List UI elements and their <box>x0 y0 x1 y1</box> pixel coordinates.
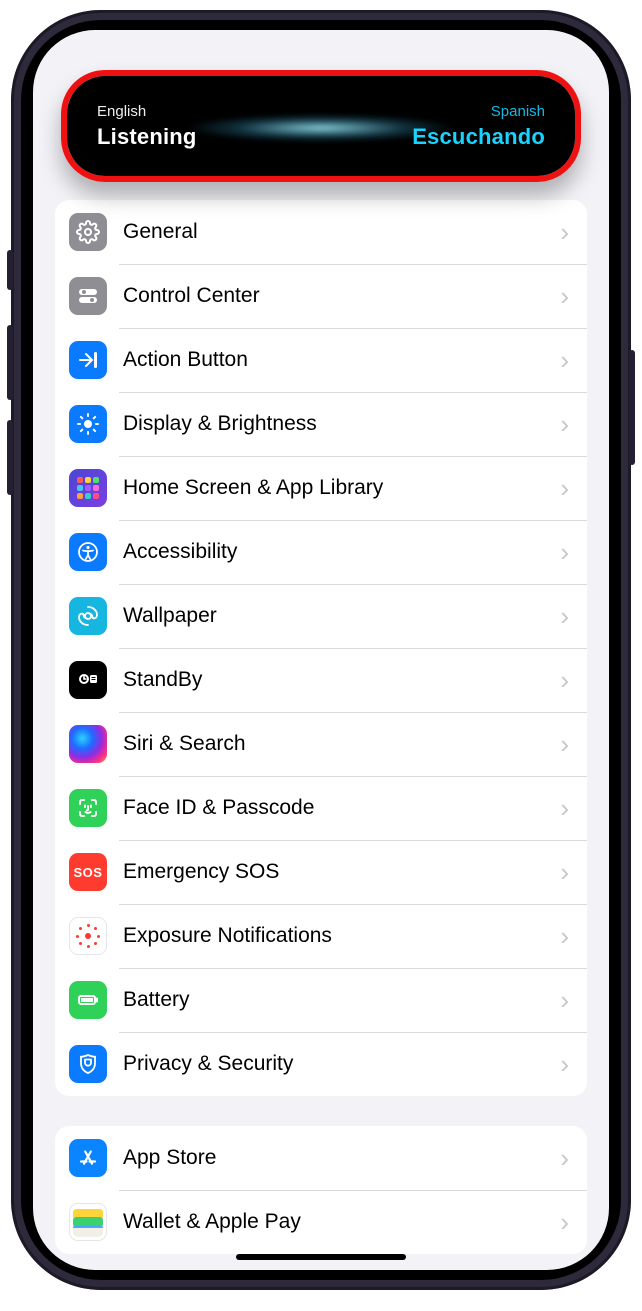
silent-switch <box>7 250 13 290</box>
settings-label: Face ID & Passcode <box>123 796 544 820</box>
settings-group-store: App Store › Wallet & Apple Pay › <box>55 1126 587 1254</box>
settings-row-battery[interactable]: Battery › <box>55 968 587 1032</box>
translate-source-column: English Listening <box>97 103 197 150</box>
sos-icon: SOS <box>69 853 107 891</box>
translate-source-lang: English <box>97 103 197 120</box>
chevron-right-icon: › <box>560 793 571 824</box>
settings-row-action-button[interactable]: Action Button › <box>55 328 587 392</box>
settings-label: Wallpaper <box>123 604 544 628</box>
settings-row-exposure[interactable]: Exposure Notifications › <box>55 904 587 968</box>
chevron-right-icon: › <box>560 1207 571 1238</box>
settings-row-display[interactable]: Display & Brightness › <box>55 392 587 456</box>
screen: English Listening Spanish Escuchando Gen… <box>33 30 609 1270</box>
settings-label: App Store <box>123 1146 544 1170</box>
action-button-icon <box>69 341 107 379</box>
translate-target-column: Spanish Escuchando <box>412 103 545 150</box>
accessibility-icon <box>69 533 107 571</box>
settings-row-siri[interactable]: Siri & Search › <box>55 712 587 776</box>
siri-icon <box>69 725 107 763</box>
chevron-right-icon: › <box>560 409 571 440</box>
chevron-right-icon: › <box>560 1049 571 1080</box>
faceid-icon <box>69 789 107 827</box>
translate-overlay-highlight: English Listening Spanish Escuchando <box>61 70 581 182</box>
translate-overlay[interactable]: English Listening Spanish Escuchando <box>67 76 575 176</box>
settings-label: Display & Brightness <box>123 412 544 436</box>
chevron-right-icon: › <box>560 281 571 312</box>
settings-row-standby[interactable]: StandBy › <box>55 648 587 712</box>
chevron-right-icon: › <box>560 345 571 376</box>
exposure-icon <box>69 917 107 955</box>
home-indicator[interactable] <box>236 1254 406 1260</box>
settings-row-sos[interactable]: SOS Emergency SOS › <box>55 840 587 904</box>
settings-row-control-center[interactable]: Control Center › <box>55 264 587 328</box>
settings-row-accessibility[interactable]: Accessibility › <box>55 520 587 584</box>
phone-frame: English Listening Spanish Escuchando Gen… <box>11 10 631 1290</box>
settings-row-app-store[interactable]: App Store › <box>55 1126 587 1190</box>
chevron-right-icon: › <box>560 729 571 760</box>
settings-row-home-screen[interactable]: Home Screen & App Library › <box>55 456 587 520</box>
chevron-right-icon: › <box>560 601 571 632</box>
settings-label: Wallet & Apple Pay <box>123 1210 544 1234</box>
chevron-right-icon: › <box>560 537 571 568</box>
standby-icon <box>69 661 107 699</box>
battery-icon <box>69 981 107 1019</box>
settings-label: Action Button <box>123 348 544 372</box>
chevron-right-icon: › <box>560 665 571 696</box>
privacy-icon <box>69 1045 107 1083</box>
chevron-right-icon: › <box>560 473 571 504</box>
settings-label: Siri & Search <box>123 732 544 756</box>
settings-label: Accessibility <box>123 540 544 564</box>
translate-source-status: Listening <box>97 124 197 150</box>
settings-label: Emergency SOS <box>123 860 544 884</box>
settings-label: Battery <box>123 988 544 1012</box>
chevron-right-icon: › <box>560 921 571 952</box>
settings-row-wallpaper[interactable]: Wallpaper › <box>55 584 587 648</box>
home-screen-icon <box>69 469 107 507</box>
settings-group-main: General › Control Center › Action Button… <box>55 200 587 1096</box>
volume-up-button <box>7 325 13 400</box>
chevron-right-icon: › <box>560 217 571 248</box>
settings-label: General <box>123 220 544 244</box>
app-store-icon <box>69 1139 107 1177</box>
chevron-right-icon: › <box>560 985 571 1016</box>
chevron-right-icon: › <box>560 1143 571 1174</box>
settings-label: Control Center <box>123 284 544 308</box>
settings-row-wallet[interactable]: Wallet & Apple Pay › <box>55 1190 587 1254</box>
settings-row-faceid[interactable]: Face ID & Passcode › <box>55 776 587 840</box>
settings-row-general[interactable]: General › <box>55 200 587 264</box>
wallet-icon <box>69 1203 107 1241</box>
settings-label: Exposure Notifications <box>123 924 544 948</box>
translate-target-status: Escuchando <box>412 124 545 150</box>
chevron-right-icon: › <box>560 857 571 888</box>
settings-label: Privacy & Security <box>123 1052 544 1076</box>
control-center-icon <box>69 277 107 315</box>
general-icon <box>69 213 107 251</box>
display-brightness-icon <box>69 405 107 443</box>
volume-down-button <box>7 420 13 495</box>
settings-label: Home Screen & App Library <box>123 476 544 500</box>
wallpaper-icon <box>69 597 107 635</box>
side-button <box>629 350 635 465</box>
settings-row-privacy[interactable]: Privacy & Security › <box>55 1032 587 1096</box>
settings-label: StandBy <box>123 668 544 692</box>
translate-target-lang: Spanish <box>491 103 545 120</box>
